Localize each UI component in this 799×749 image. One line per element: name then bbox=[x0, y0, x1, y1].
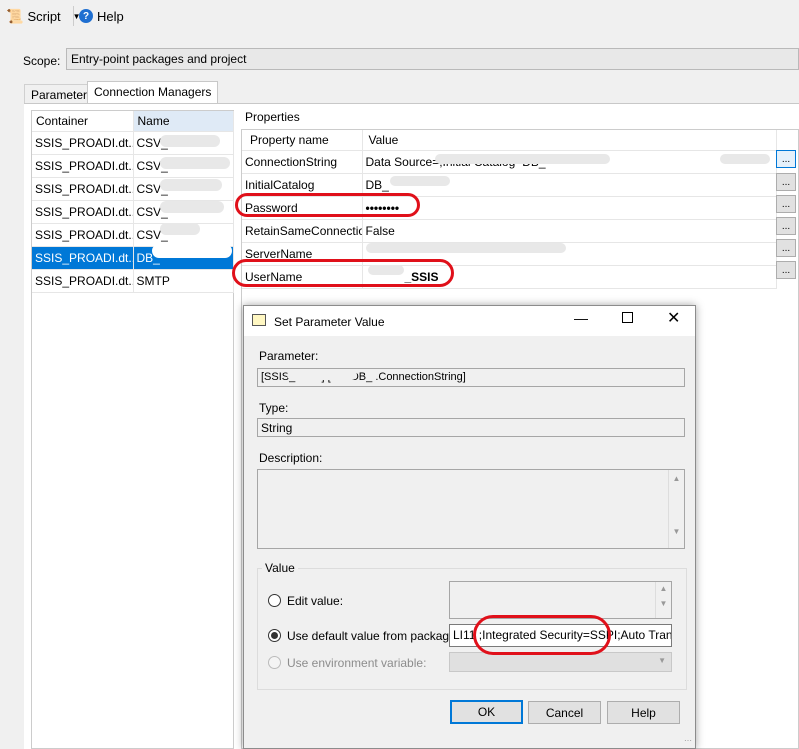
edit-value-label: Edit value: bbox=[287, 594, 344, 608]
tab-connection-managers-label: Connection Managers bbox=[94, 85, 212, 99]
row-container: SSIS_PROADI.dt... bbox=[32, 131, 134, 155]
ellipsis-label: ... bbox=[781, 198, 791, 210]
row-container: SSIS_PROADI.dt... bbox=[32, 269, 134, 293]
env-variable-radio[interactable] bbox=[268, 656, 281, 669]
ellipsis-button[interactable]: ... bbox=[776, 173, 796, 191]
help-label: Help bbox=[97, 8, 124, 24]
ellipsis-button[interactable]: ... bbox=[776, 261, 796, 279]
redaction bbox=[160, 201, 224, 213]
cancel-button[interactable]: Cancel bbox=[528, 701, 601, 724]
row-container: SSIS_PROADI.dt... bbox=[32, 200, 134, 224]
description-field[interactable]: ▲ ▼ bbox=[257, 469, 685, 549]
type-label: Type: bbox=[259, 401, 289, 415]
scrollbar[interactable]: ▲ ▼ bbox=[668, 470, 684, 548]
maximize-icon[interactable] bbox=[622, 312, 633, 323]
edit-value-radio[interactable] bbox=[268, 594, 281, 607]
scope-select[interactable]: Entry-point packages and project bbox=[66, 48, 799, 70]
ok-button[interactable]: OK bbox=[450, 700, 523, 724]
cancel-label: Cancel bbox=[545, 705, 584, 720]
redaction bbox=[287, 370, 357, 380]
annotation-circle bbox=[232, 259, 454, 287]
scope-label: Scope: bbox=[23, 54, 61, 68]
property-value: False bbox=[362, 219, 777, 243]
close-icon[interactable]: ✕ bbox=[667, 308, 680, 328]
default-value-radio[interactable] bbox=[268, 629, 281, 642]
property-name: RetainSameConnection bbox=[242, 219, 363, 243]
redaction bbox=[160, 223, 200, 235]
property-value: •••••••• bbox=[362, 196, 777, 220]
redaction bbox=[160, 157, 230, 169]
redaction bbox=[152, 244, 232, 258]
scrollbar[interactable]: ▲ ▼ bbox=[655, 582, 671, 618]
help-button[interactable]: ? Help bbox=[79, 4, 124, 28]
row-container: SSIS_PROADI.dt... bbox=[32, 154, 134, 178]
value-group-label: Value bbox=[262, 561, 298, 575]
ellipsis-label: ... bbox=[781, 220, 791, 232]
scope-value: Entry-point packages and project bbox=[71, 52, 247, 66]
dialog-title: Set Parameter Value bbox=[274, 315, 385, 329]
column-header-container[interactable]: Container bbox=[32, 111, 134, 132]
description-label: Description: bbox=[259, 451, 323, 465]
ellipsis-button[interactable]: ... bbox=[776, 195, 796, 213]
type-value-text: String bbox=[261, 421, 293, 435]
redaction bbox=[435, 154, 610, 164]
default-value-label: Use default value from package bbox=[287, 629, 456, 643]
ellipsis-button[interactable]: ... bbox=[776, 150, 796, 168]
minimize-icon[interactable]: — bbox=[574, 310, 588, 326]
annotation-circle bbox=[235, 193, 420, 217]
row-name: SMTP bbox=[133, 269, 234, 293]
script-icon: 📜 bbox=[6, 7, 24, 24]
script-button[interactable]: 📜 Script ▼ bbox=[6, 4, 81, 28]
redaction bbox=[160, 135, 220, 147]
ellipsis-label: ... bbox=[781, 264, 791, 276]
chevron-down-icon: ▼ bbox=[658, 656, 666, 665]
ellipsis-label: ... bbox=[781, 153, 791, 165]
redaction bbox=[390, 176, 450, 186]
annotation-circle bbox=[473, 615, 611, 655]
ellipsis-button[interactable]: ... bbox=[776, 239, 796, 257]
properties-title: Properties bbox=[245, 110, 300, 124]
redaction bbox=[720, 154, 770, 164]
parameter-icon bbox=[252, 314, 268, 328]
row-container: SSIS_PROADI.dt... bbox=[32, 177, 134, 201]
row-container: SSIS_PROADI.dt... bbox=[32, 223, 134, 247]
column-header-property-name[interactable]: Property name bbox=[242, 130, 363, 151]
help-dialog-label: Help bbox=[631, 705, 656, 720]
ellipsis-label: ... bbox=[781, 176, 791, 188]
redaction bbox=[366, 243, 566, 253]
table-row[interactable]: SSIS_PROADI.dt... SMTP bbox=[32, 269, 234, 293]
tab-connection-managers[interactable]: Connection Managers bbox=[87, 81, 219, 105]
tab-parameters-label: Parameters bbox=[31, 88, 94, 102]
ellipsis-button[interactable]: ... bbox=[776, 217, 796, 235]
help-icon: ? bbox=[79, 9, 93, 23]
property-name: ConnectionString bbox=[242, 150, 363, 174]
type-value: String bbox=[257, 418, 685, 437]
ellipsis-label: ... bbox=[781, 242, 791, 254]
redaction bbox=[160, 179, 222, 191]
script-label: Script bbox=[27, 8, 61, 24]
row-container: SSIS_PROADI.dt... bbox=[32, 246, 134, 270]
help-dialog-button[interactable]: Help bbox=[607, 701, 680, 724]
property-row-retainsameconnection[interactable]: RetainSameConnection False bbox=[242, 219, 777, 243]
parameter-label: Parameter: bbox=[259, 349, 319, 363]
ok-label: OK bbox=[477, 705, 496, 719]
resize-grip-icon[interactable]: ⋯ bbox=[684, 736, 692, 745]
column-header-value[interactable]: Value bbox=[362, 130, 777, 151]
column-header-name[interactable]: Name bbox=[133, 111, 234, 132]
env-variable-label: Use environment variable: bbox=[287, 656, 427, 670]
edit-value-field[interactable]: ▲ ▼ bbox=[449, 581, 672, 619]
env-variable-select[interactable]: ▼ bbox=[449, 652, 672, 672]
